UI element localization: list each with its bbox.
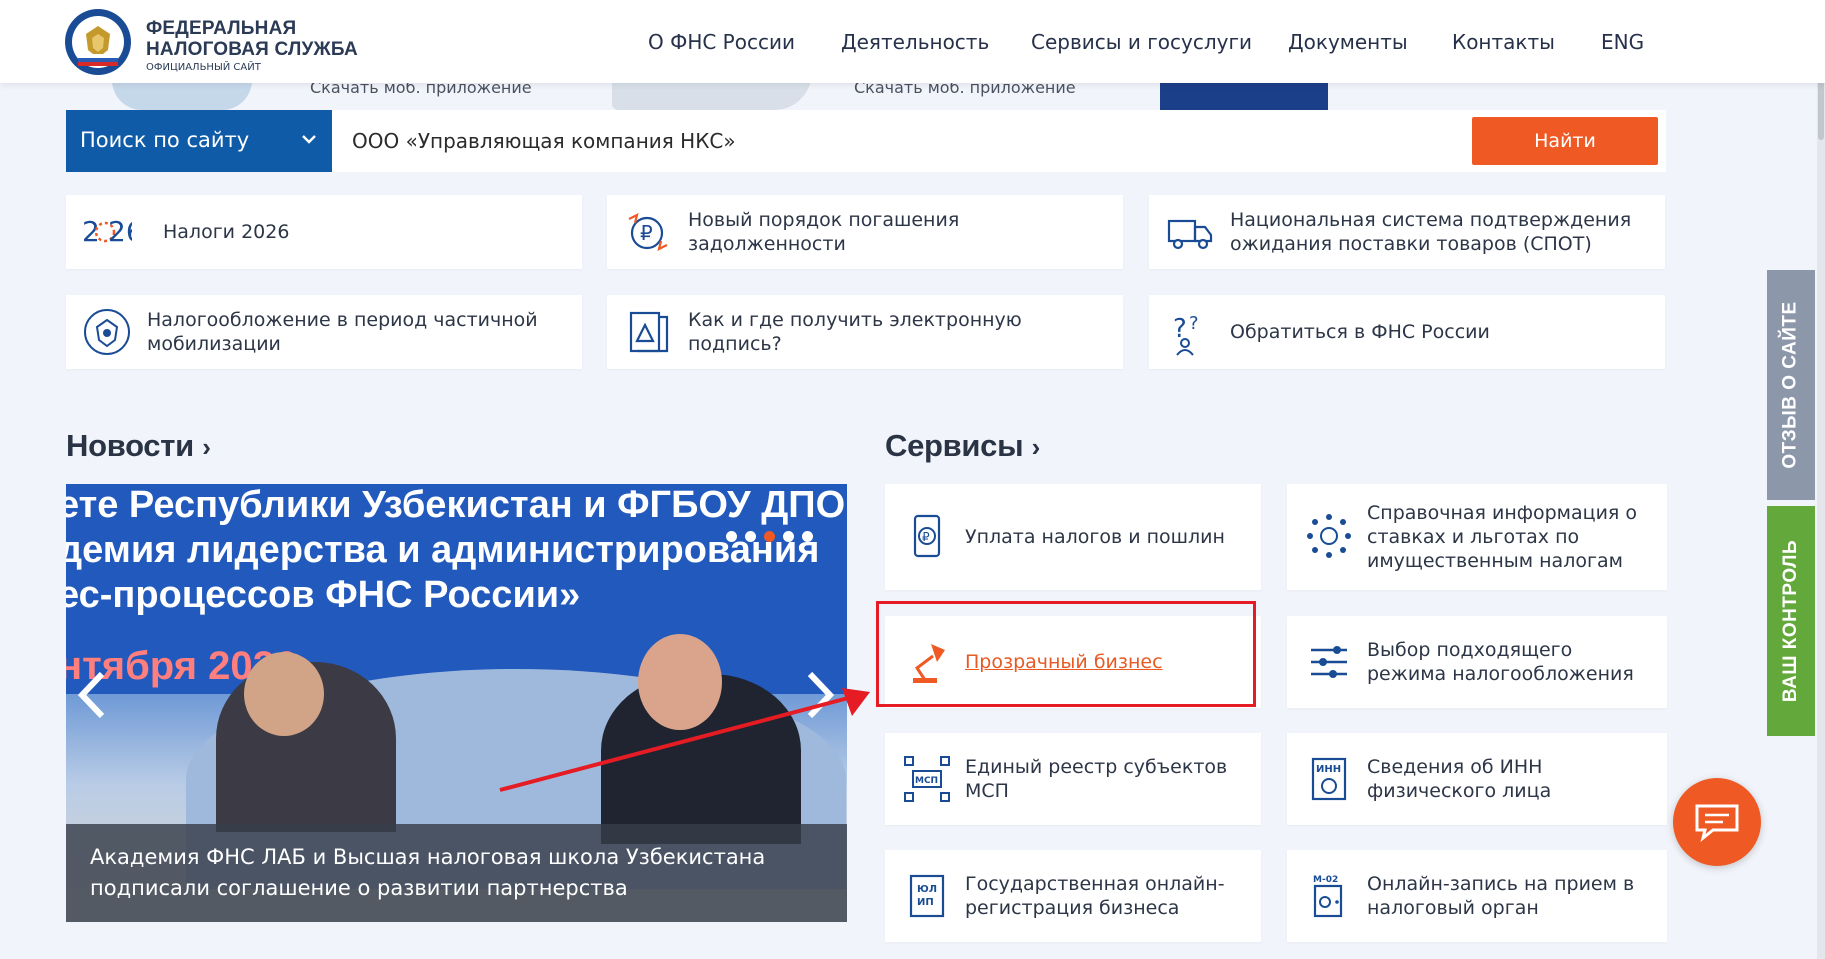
- services-section-title[interactable]: Сервисы ›: [885, 428, 1040, 464]
- news-banner-line3: ес-процессов ФНС России»: [66, 574, 581, 616]
- service-tax-regime[interactable]: Выбор подходящего режима налогообложения: [1287, 616, 1667, 708]
- slider-dot[interactable]: [745, 531, 756, 542]
- nav-item-about[interactable]: О ФНС России: [648, 30, 795, 54]
- quick-link-debt-repayment[interactable]: ₽ Новый порядок погашения задолженности: [607, 195, 1123, 269]
- svg-text:₽: ₽: [640, 221, 653, 245]
- search-bar: Поиск по сайту Найти: [66, 110, 1666, 172]
- ruble-cycle-icon: ₽: [628, 212, 668, 252]
- svg-text:М-02: М-02: [1313, 875, 1338, 885]
- search-button[interactable]: Найти: [1472, 117, 1658, 165]
- inn-document-icon: ИНН: [1311, 757, 1347, 801]
- quick-link-label: Новый порядок погашения задолженности: [688, 209, 960, 255]
- org-name-line2: НАЛОГОВАЯ СЛУЖБА: [146, 39, 358, 60]
- slider-dot[interactable]: [783, 531, 794, 542]
- services-title-text: Сервисы: [885, 428, 1024, 463]
- taxes-2026-icon: 2 26: [82, 215, 132, 248]
- slider-prev-arrow-icon[interactable]: [76, 670, 108, 720]
- emblem-network-icon: [1307, 514, 1351, 558]
- fns-logo-icon[interactable]: [64, 8, 132, 76]
- msp-network-icon: МСП: [904, 756, 950, 802]
- news-title-text: Новости: [66, 428, 194, 463]
- search-scope-label: Поиск по сайту: [80, 128, 250, 152]
- quick-link-e-signature[interactable]: Как и где получить электронную подпись?: [607, 295, 1123, 369]
- svg-text:МСП: МСП: [915, 776, 938, 786]
- phone-ruble-icon: ₽: [913, 514, 941, 558]
- quick-link-spot[interactable]: Национальная система подтверждения ожида…: [1149, 195, 1665, 269]
- svg-text:₽: ₽: [922, 530, 930, 544]
- quick-link-contact-fns[interactable]: ? ? Обратиться в ФНС России: [1149, 295, 1665, 369]
- control-tab[interactable]: ВАШ КОНТРОЛЬ: [1767, 506, 1815, 736]
- service-online-registration[interactable]: ЮЛ ИП Государственная онлайн-регистрация…: [885, 850, 1261, 942]
- news-banner-line1: ете Республики Узбекистан и ФГБОУ ДПО: [66, 484, 846, 526]
- chat-button[interactable]: [1673, 778, 1761, 866]
- m02-door-icon: М-02: [1313, 875, 1343, 918]
- chevron-right-icon: ›: [1031, 432, 1041, 462]
- chevron-right-icon: ›: [202, 432, 211, 462]
- news-caption[interactable]: Академия ФНС ЛАБ и Высшая налоговая школ…: [66, 824, 847, 922]
- news-section-title[interactable]: Новости ›: [66, 428, 211, 464]
- slider-dot[interactable]: [726, 531, 737, 542]
- news-banner-line2: демия лидерства и администрирования: [66, 529, 820, 571]
- sliders-icon: [1311, 646, 1347, 678]
- search-scope-select[interactable]: Поиск по сайту: [66, 110, 332, 172]
- truck-icon: [1167, 219, 1213, 250]
- service-label: Выбор подходящего режима налогообложения: [1367, 639, 1634, 685]
- quick-link-label: Обратиться в ФНС России: [1230, 321, 1490, 343]
- service-label: Единый реестр субъектов МСП: [965, 756, 1228, 802]
- news-photo-face-left: [244, 652, 324, 736]
- annotation-arrow-icon: [499, 688, 870, 792]
- emblem-icon: [84, 309, 130, 355]
- quick-link-label: Национальная система подтверждения ожида…: [1230, 209, 1632, 255]
- service-label: Уплата налогов и пошлин: [965, 526, 1225, 548]
- service-label: Сведения об ИНН физического лица: [1367, 756, 1552, 802]
- nav-item-eng[interactable]: ENG: [1601, 30, 1644, 54]
- slider-dots: [726, 527, 821, 546]
- service-label: Онлайн-запись на прием в налоговый орган: [1367, 873, 1635, 919]
- question-person-icon: ? ?: [1173, 313, 1199, 356]
- service-tax-payment[interactable]: ₽ Уплата налогов и пошлин: [885, 484, 1261, 590]
- service-msp-registry[interactable]: МСП Единый реестр субъектов МСП: [885, 733, 1261, 825]
- nav-item-services[interactable]: Сервисы и госуслуги: [1031, 30, 1252, 54]
- ul-ip-document-icon: ЮЛ ИП: [909, 874, 945, 918]
- service-property-tax-info[interactable]: Справочная информация о ставках и льгота…: [1287, 484, 1667, 590]
- slider-dot-active[interactable]: [764, 531, 775, 542]
- svg-text:ЮЛ: ЮЛ: [917, 884, 937, 895]
- svg-text:?: ?: [1189, 313, 1199, 334]
- quick-link-taxes-2026[interactable]: 2 26 Налоги 2026: [66, 195, 582, 269]
- scrollbar-track[interactable]: [1817, 0, 1825, 959]
- feedback-tab-label: ОТЗЫВ О САЙТЕ: [1780, 301, 1802, 469]
- site-header: ФЕДЕРАЛЬНАЯ НАЛОГОВАЯ СЛУЖБА ОФИЦИАЛЬНЫЙ…: [0, 0, 1825, 83]
- chat-bubble-icon: [1695, 804, 1739, 842]
- nav-item-activity[interactable]: Деятельность: [841, 30, 989, 54]
- nav-item-contacts[interactable]: Контакты: [1452, 30, 1555, 54]
- svg-text:2: 2: [82, 215, 100, 248]
- service-label: Государственная онлайн-регистрация бизне…: [965, 873, 1225, 919]
- svg-text:ИНН: ИНН: [1316, 764, 1341, 775]
- e-signature-icon: [629, 311, 669, 353]
- org-name: ФЕДЕРАЛЬНАЯ НАЛОГОВАЯ СЛУЖБА: [146, 18, 358, 60]
- quick-link-label: Налогообложение в период частичной мобил…: [147, 309, 538, 355]
- search-input[interactable]: [350, 110, 1520, 172]
- highlight-box: [876, 601, 1256, 707]
- feedback-tab[interactable]: ОТЗЫВ О САЙТЕ: [1767, 270, 1815, 500]
- quick-link-mobilization[interactable]: Налогообложение в период частичной мобил…: [66, 295, 582, 369]
- svg-text:ИП: ИП: [917, 897, 934, 908]
- nav-item-documents[interactable]: Документы: [1288, 30, 1408, 54]
- control-tab-label: ВАШ КОНТРОЛЬ: [1780, 539, 1802, 703]
- service-inn-info[interactable]: ИНН Сведения об ИНН физического лица: [1287, 733, 1667, 825]
- chevron-down-icon: [302, 135, 316, 144]
- service-label: Справочная информация о ставках и льгота…: [1367, 502, 1638, 572]
- org-subtitle: ОФИЦИАЛЬНЫЙ САЙТ: [146, 62, 261, 73]
- slider-dot[interactable]: [802, 531, 813, 542]
- svg-text:26: 26: [108, 215, 132, 248]
- org-name-line1: ФЕДЕРАЛЬНАЯ: [146, 18, 297, 39]
- quick-link-label: Как и где получить электронную подпись?: [688, 309, 1022, 355]
- quick-link-label: Налоги 2026: [163, 221, 290, 243]
- service-appointment[interactable]: М-02 Онлайн-запись на прием в налоговый …: [1287, 850, 1667, 942]
